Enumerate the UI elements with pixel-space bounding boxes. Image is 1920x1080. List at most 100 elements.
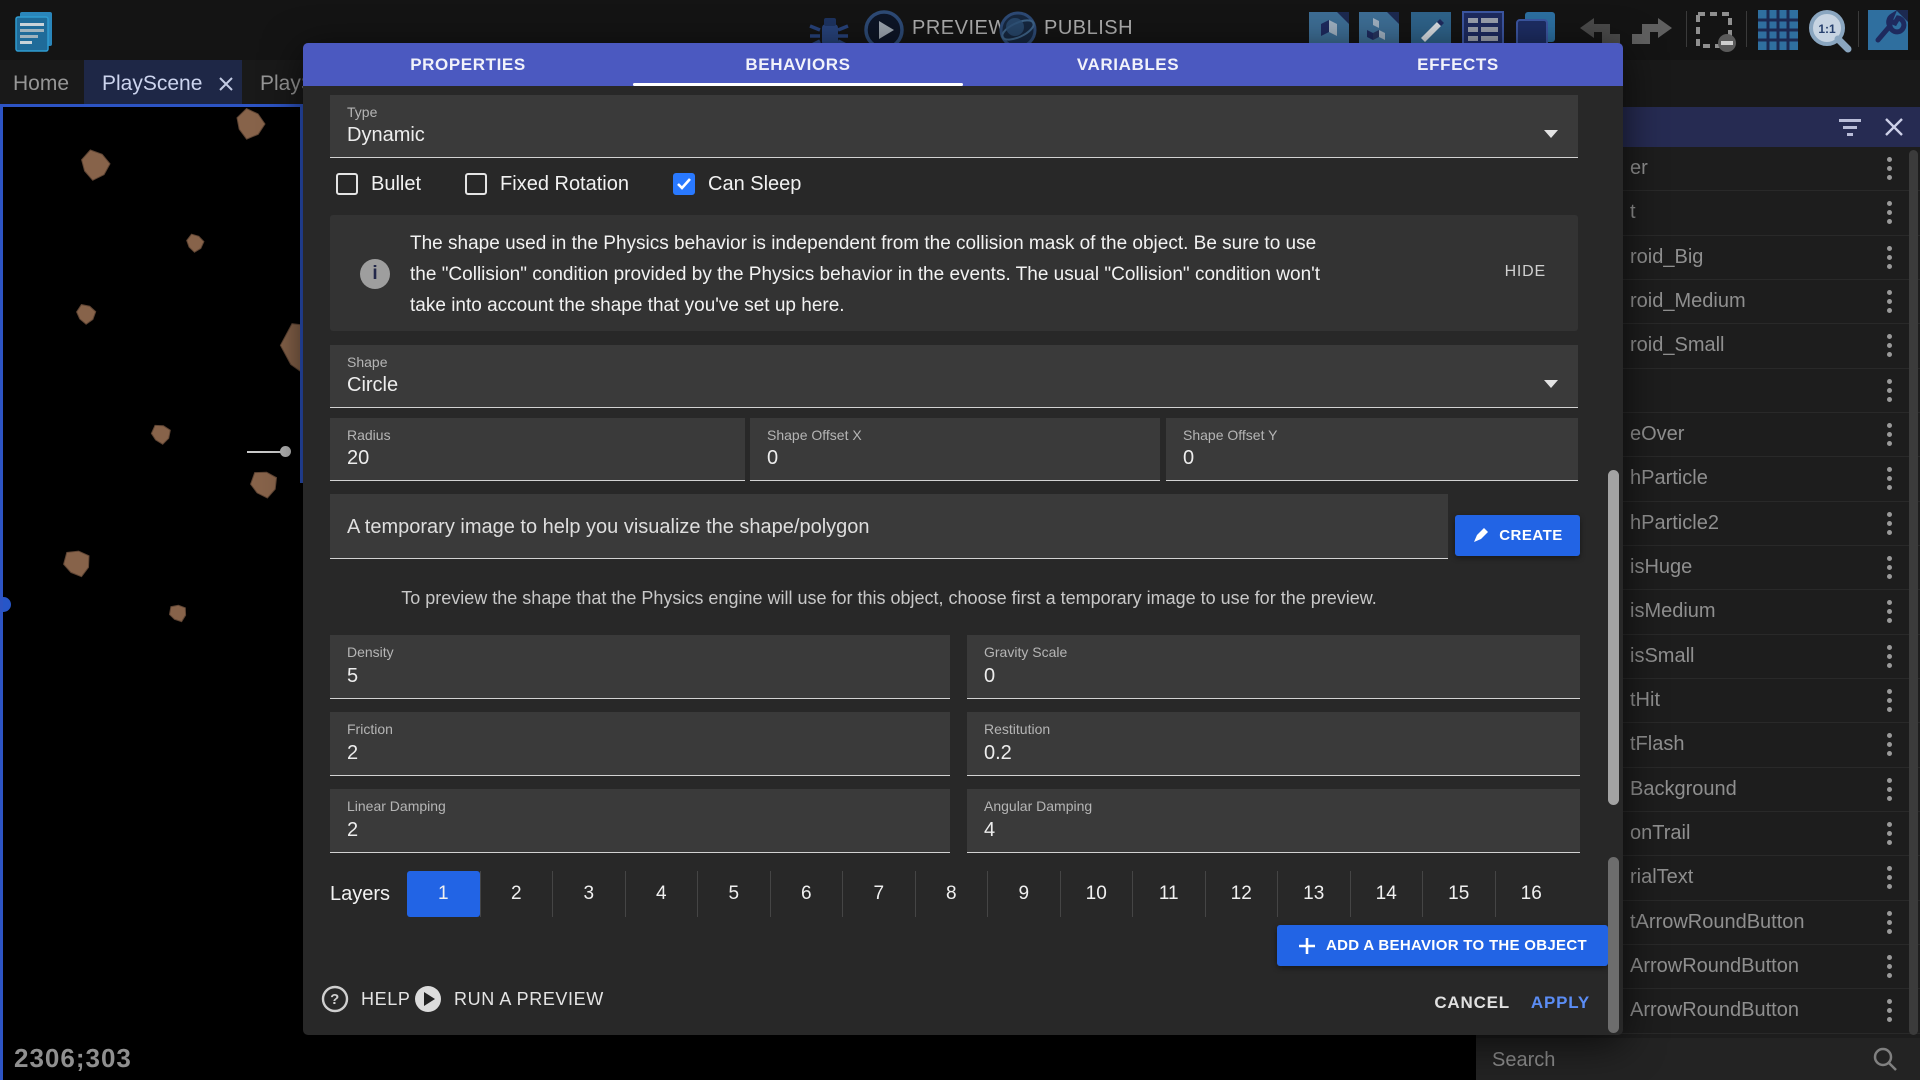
row-menu-icon[interactable] [1887, 423, 1892, 446]
angular-damping-field[interactable]: Angular Damping 4 [967, 789, 1580, 853]
layer-button-13[interactable]: 13 [1277, 871, 1350, 917]
row-menu-icon[interactable] [1887, 689, 1892, 712]
asteroid-sprite[interactable] [170, 605, 186, 621]
density-field[interactable]: Density 5 [330, 635, 950, 699]
tab-variables[interactable]: VARIABLES [963, 43, 1293, 86]
layer-button-11[interactable]: 11 [1132, 871, 1205, 917]
row-menu-icon[interactable] [1887, 290, 1892, 313]
layer-button-16[interactable]: 16 [1495, 871, 1568, 917]
search-bar [1476, 1038, 1920, 1080]
checkbox-unchecked-icon[interactable] [336, 173, 358, 195]
layer-button-15[interactable]: 15 [1422, 871, 1495, 917]
asteroid-sprite[interactable] [251, 472, 277, 498]
dialog-scrollbar-thumb[interactable] [1608, 470, 1619, 805]
temp-image-field[interactable]: A temporary image to help you visualize … [330, 494, 1448, 559]
row-menu-icon[interactable] [1887, 999, 1892, 1022]
menu-icon[interactable] [12, 8, 58, 54]
row-menu-icon[interactable] [1887, 334, 1892, 357]
slider-handle-sprite [280, 446, 291, 457]
tools-icon[interactable] [1866, 8, 1910, 52]
layer-button-1[interactable]: 1 [407, 871, 480, 917]
layer-button-14[interactable]: 14 [1350, 871, 1423, 917]
row-menu-icon[interactable] [1887, 778, 1892, 801]
dialog-scrollbar-segment[interactable] [1608, 857, 1619, 1033]
row-menu-icon[interactable] [1887, 512, 1892, 535]
type-label: Type [347, 104, 377, 120]
shape-offset-x-field[interactable]: Shape Offset X 0 [750, 418, 1160, 481]
row-menu-icon[interactable] [1887, 955, 1892, 978]
publish-label[interactable]: PUBLISH [1044, 17, 1133, 40]
preview-label[interactable]: PREVIEW [912, 17, 1008, 40]
layer-button-2[interactable]: 2 [480, 871, 553, 917]
close-panel-icon[interactable] [1884, 117, 1904, 137]
add-behavior-button[interactable]: ADD A BEHAVIOR TO THE OBJECT [1277, 925, 1608, 966]
close-tab-icon[interactable] [218, 76, 234, 92]
shape-offset-x-value: 0 [767, 447, 778, 470]
hide-button[interactable]: HIDE [1505, 263, 1546, 281]
row-menu-icon[interactable] [1887, 246, 1892, 269]
tab-behaviors[interactable]: BEHAVIORS [633, 43, 963, 86]
linear-damping-field[interactable]: Linear Damping 2 [330, 789, 950, 853]
create-button[interactable]: CREATE [1455, 515, 1580, 556]
checkbox-checked-icon[interactable] [673, 173, 695, 195]
asteroid-sprite[interactable] [187, 234, 204, 252]
redo-icon[interactable] [1628, 14, 1676, 48]
shape-select[interactable]: Shape Circle [330, 345, 1578, 408]
layer-button-4[interactable]: 4 [625, 871, 698, 917]
row-menu-icon[interactable] [1887, 822, 1892, 845]
layer-button-12[interactable]: 12 [1205, 871, 1278, 917]
grid-icon[interactable] [1756, 8, 1800, 52]
checkbox-can-sleep[interactable]: Can Sleep [673, 173, 801, 196]
type-select[interactable]: Type Dynamic [330, 95, 1578, 158]
tab-playscene[interactable]: PlayScene [84, 60, 242, 107]
radius-field[interactable]: Radius 20 [330, 418, 745, 481]
run-preview-button[interactable]: RUN A PREVIEW [414, 985, 604, 1013]
row-menu-icon[interactable] [1887, 467, 1892, 490]
asteroid-sprite[interactable] [151, 425, 170, 444]
type-value: Dynamic [347, 124, 425, 147]
mask-selection-icon[interactable] [1694, 10, 1738, 52]
layer-button-9[interactable]: 9 [987, 871, 1060, 917]
friction-field[interactable]: Friction 2 [330, 712, 950, 776]
layer-button-5[interactable]: 5 [697, 871, 770, 917]
physics-flags-row: Bullet Fixed Rotation Can Sleep [336, 171, 801, 197]
asteroid-sprite[interactable] [64, 551, 89, 577]
checkbox-unchecked-icon[interactable] [465, 173, 487, 195]
asteroid-sprite[interactable] [82, 150, 110, 180]
help-button-label: HELP [361, 989, 410, 1010]
row-menu-icon[interactable] [1887, 866, 1892, 889]
apply-button[interactable]: APPLY [1531, 993, 1590, 1013]
layer-button-7[interactable]: 7 [842, 871, 915, 917]
tab-effects[interactable]: EFFECTS [1293, 43, 1623, 86]
restitution-field[interactable]: Restitution 0.2 [967, 712, 1580, 776]
run-preview-icon [414, 985, 442, 1013]
asteroid-sprite[interactable] [237, 109, 265, 140]
asteroid-sprite[interactable] [77, 305, 96, 325]
angular-damping-value: 4 [984, 819, 995, 842]
search-input[interactable] [1490, 1042, 1854, 1078]
cancel-button[interactable]: CANCEL [1434, 993, 1510, 1013]
layer-button-8[interactable]: 8 [915, 871, 988, 917]
layer-button-10[interactable]: 10 [1060, 871, 1133, 917]
gravity-scale-field[interactable]: Gravity Scale 0 [967, 635, 1580, 699]
layer-button-6[interactable]: 6 [770, 871, 843, 917]
row-menu-icon[interactable] [1887, 911, 1892, 934]
checkbox-bullet[interactable]: Bullet [336, 173, 421, 196]
panel-scrollbar[interactable] [1909, 150, 1918, 1035]
checkbox-fixed-rotation[interactable]: Fixed Rotation [465, 173, 629, 196]
tab-properties[interactable]: PROPERTIES [303, 43, 633, 86]
restitution-label: Restitution [984, 721, 1050, 737]
row-menu-icon[interactable] [1887, 645, 1892, 668]
row-menu-icon[interactable] [1887, 556, 1892, 579]
row-menu-icon[interactable] [1887, 600, 1892, 623]
shape-offset-y-field[interactable]: Shape Offset Y 0 [1166, 418, 1578, 481]
zoom-ratio-icon[interactable]: 1:1 [1806, 8, 1854, 54]
row-menu-icon[interactable] [1887, 201, 1892, 224]
row-menu-icon[interactable] [1887, 157, 1892, 180]
layer-button-3[interactable]: 3 [552, 871, 625, 917]
row-menu-icon[interactable] [1887, 733, 1892, 756]
tab-home[interactable]: Home [0, 60, 82, 107]
help-button[interactable]: ? HELP [321, 985, 410, 1013]
row-menu-icon[interactable] [1887, 379, 1892, 402]
filter-icon[interactable] [1838, 118, 1862, 136]
